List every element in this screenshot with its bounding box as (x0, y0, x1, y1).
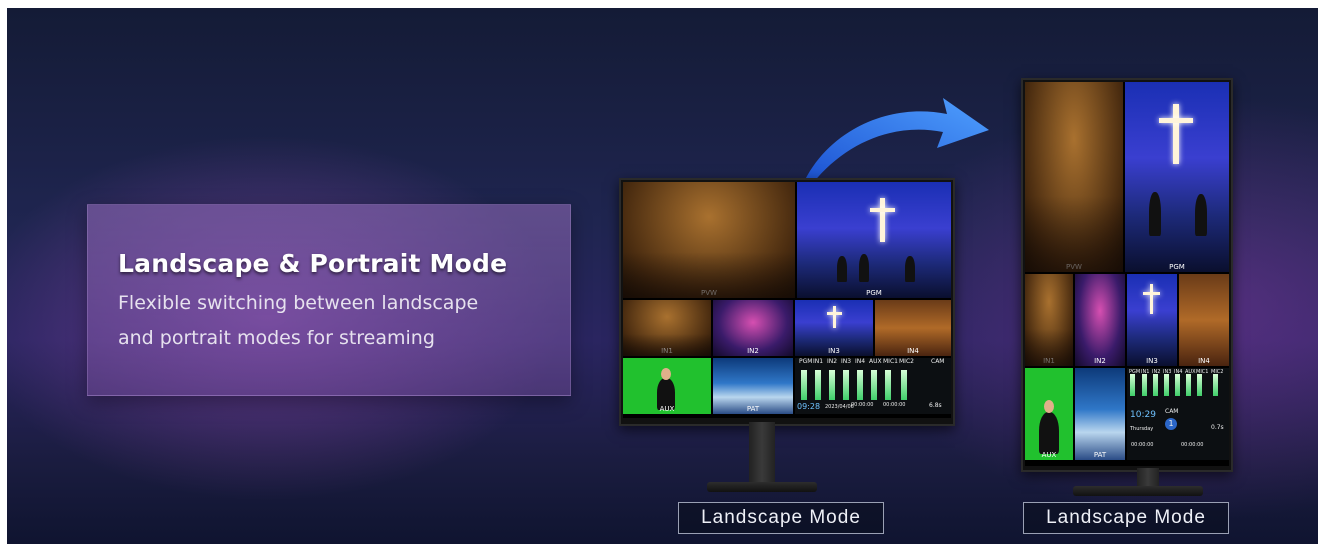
tile-in2: IN2 (713, 300, 793, 356)
caption-right: Landscape Mode (1023, 502, 1229, 534)
tile-label: PAT (1093, 451, 1107, 459)
landscape-screen: PVW PGM IN1 IN2 IN3 IN4 AUX PAT PGM IN1 … (623, 182, 951, 418)
landscape-stand-neck (749, 422, 775, 486)
audio-panel: PGM IN1 IN2 IN3 IN4 AUX MIC1 MIC2 CAM 09… (795, 358, 951, 414)
tile-in3: IN3 (795, 300, 873, 356)
headline-card: Landscape & Portrait Mode Flexible switc… (87, 204, 571, 396)
tile-label: IN4 (1198, 357, 1210, 365)
cam-label: CAM (1165, 408, 1179, 415)
meter-label: IN3 (841, 358, 852, 365)
tile-aux: AUX (1025, 368, 1073, 460)
clock-time: 10:29 (1130, 410, 1156, 420)
tile-label: PVW (701, 289, 717, 297)
tile-pgm: PGM (797, 182, 951, 298)
cam-number-badge: 1 (1165, 418, 1177, 430)
timer-2: 00:00:00 (883, 402, 906, 408)
clock-time: 09:28 (797, 402, 821, 411)
tile-label: PAT (746, 405, 760, 413)
meter-label: IN4 (855, 358, 866, 365)
tile-label: PGM (1169, 263, 1185, 271)
tile-in4: IN4 (1179, 274, 1229, 366)
tile-in2: IN2 (1075, 274, 1125, 366)
landscape-stand-base (707, 482, 817, 492)
meter-label: PGM (799, 358, 813, 365)
meter-label: MIC1 (883, 358, 898, 365)
tile-pat: PAT (1075, 368, 1125, 460)
meter-label: IN1 (813, 358, 824, 365)
meter-label: AUX (869, 358, 882, 365)
portrait-stand-base (1073, 486, 1203, 496)
tile-label: IN2 (1094, 357, 1106, 365)
headline-line-2: and portrait modes for streaming (118, 327, 435, 349)
tile-label: IN3 (828, 347, 840, 355)
cam-label: CAM (931, 358, 945, 365)
timer-1: 00:00:00 (1131, 442, 1154, 448)
tile-pvw: PVW (1025, 82, 1123, 272)
tile-pvw: PVW (623, 182, 795, 298)
audio-panel: PGM IN1 IN2 IN3 IN4 AUX MIC1 MIC2 10:29 … (1127, 368, 1229, 460)
timer-1: 00:00:00 (851, 402, 874, 408)
clock-day: Thursday (1130, 426, 1154, 432)
meter-label: MIC2 (899, 358, 914, 365)
tile-in1: IN1 (1025, 274, 1073, 366)
clock-date: 2023/04/06 (825, 404, 854, 410)
portrait-monitor: PVW PGM IN1 IN2 IN3 IN4 AUX PAT PGM IN1 … (1021, 78, 1233, 472)
tile-label: AUX (659, 405, 675, 413)
switch-arrow-icon (803, 98, 989, 188)
rate-value: 6.8s (929, 402, 942, 409)
headline-line-1: Flexible switching between landscape (118, 292, 479, 314)
tile-label: PGM (866, 289, 882, 297)
tile-label: IN1 (661, 347, 673, 355)
tile-label: IN1 (1043, 357, 1055, 365)
tile-aux: AUX (623, 358, 711, 414)
headline-title: Landscape & Portrait Mode (118, 249, 508, 278)
landscape-monitor: PVW PGM IN1 IN2 IN3 IN4 AUX PAT PGM IN1 … (619, 178, 955, 426)
caption-left: Landscape Mode (678, 502, 884, 534)
meter-label: IN2 (827, 358, 838, 365)
tile-label: AUX (1041, 451, 1057, 459)
tile-label: IN4 (907, 347, 919, 355)
tile-label: IN2 (747, 347, 759, 355)
tile-in4: IN4 (875, 300, 951, 356)
tile-label: IN3 (1146, 357, 1158, 365)
timer-2: 00:00:00 (1181, 442, 1204, 448)
tile-label: PVW (1066, 263, 1082, 271)
portrait-screen: PVW PGM IN1 IN2 IN3 IN4 AUX PAT PGM IN1 … (1025, 82, 1229, 466)
tile-pat: PAT (713, 358, 793, 414)
tile-in1: IN1 (623, 300, 711, 356)
promo-banner: Landscape & Portrait Mode Flexible switc… (7, 8, 1318, 544)
tile-pgm: PGM (1125, 82, 1229, 272)
tile-in3: IN3 (1127, 274, 1177, 366)
rate-value: 0.7s (1211, 424, 1224, 431)
